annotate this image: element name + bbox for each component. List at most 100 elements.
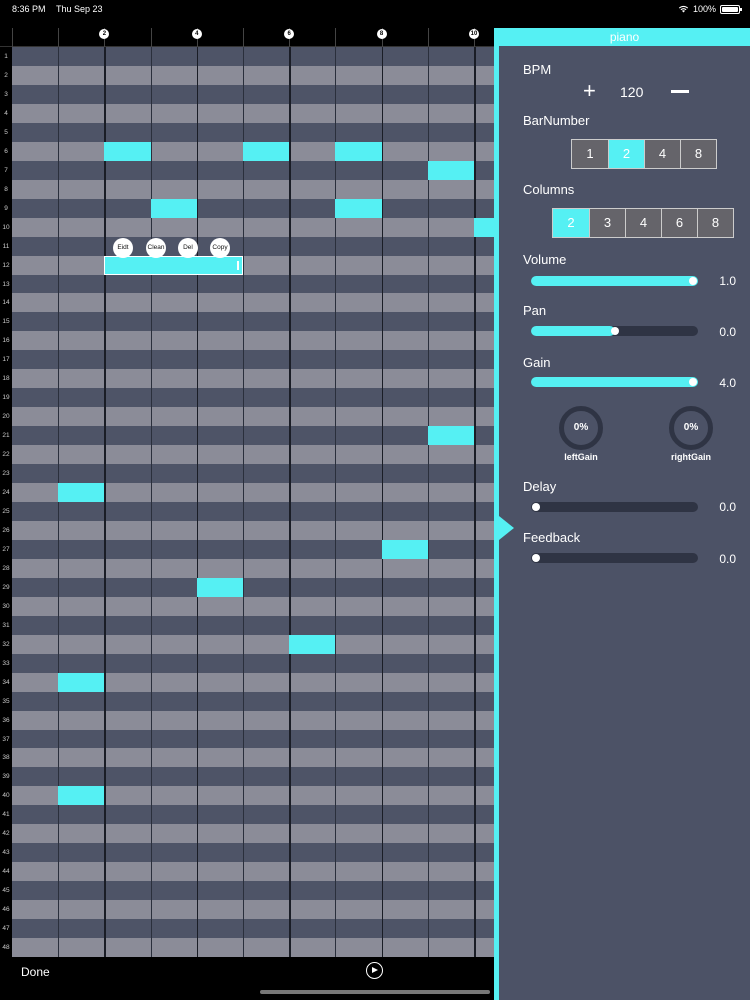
- note-block[interactable]: [58, 786, 105, 806]
- grid-row[interactable]: [12, 634, 494, 654]
- grid-row[interactable]: [12, 255, 494, 275]
- grid-row[interactable]: [12, 615, 494, 635]
- feedback-slider[interactable]: [531, 553, 698, 563]
- grid-row[interactable]: [12, 331, 494, 351]
- pan-slider[interactable]: [531, 326, 698, 336]
- grid-row[interactable]: [12, 103, 494, 123]
- grid-row[interactable]: [12, 748, 494, 768]
- grid-row[interactable]: [12, 767, 494, 787]
- note-block[interactable]: [335, 141, 382, 161]
- grid-row[interactable]: [12, 691, 494, 711]
- note-block[interactable]: [381, 539, 428, 559]
- delay-slider[interactable]: [531, 502, 698, 512]
- grid-row[interactable]: [12, 502, 494, 521]
- selected-note-block[interactable]: [104, 255, 243, 275]
- row-label: 17: [2, 356, 10, 364]
- note-resize-handle[interactable]: [236, 260, 239, 270]
- grid-row[interactable]: [12, 881, 494, 901]
- left-gain-knob[interactable]: 0%: [559, 406, 603, 450]
- grid-row[interactable]: [12, 464, 494, 484]
- panel-title[interactable]: piano: [499, 28, 750, 46]
- note-block[interactable]: [150, 198, 197, 218]
- grid-row[interactable]: [12, 710, 494, 730]
- grid-row[interactable]: [12, 520, 494, 540]
- grid-row[interactable]: [12, 350, 494, 370]
- note-block[interactable]: [427, 160, 474, 180]
- grid-row[interactable]: [12, 217, 494, 237]
- note-block[interactable]: [58, 672, 105, 692]
- edit-note-button[interactable]: Eidt: [113, 238, 133, 258]
- grid-row[interactable]: [12, 596, 494, 616]
- grid-row[interactable]: [12, 653, 494, 673]
- bpm-decrease-button[interactable]: [671, 90, 689, 93]
- note-block[interactable]: [427, 426, 474, 446]
- grid-row[interactable]: [12, 445, 494, 465]
- volume-slider[interactable]: [531, 276, 698, 286]
- grid-row[interactable]: [12, 122, 494, 142]
- clean-note-button[interactable]: Clean: [146, 238, 166, 258]
- bar-number-option-2[interactable]: 2: [608, 140, 644, 168]
- play-icon[interactable]: [366, 962, 383, 979]
- copy-note-button[interactable]: Copy: [210, 238, 230, 258]
- grid-row[interactable]: [12, 293, 494, 313]
- grid-row[interactable]: [12, 369, 494, 389]
- piano-roll-grid[interactable]: [12, 47, 494, 957]
- grid-row[interactable]: [12, 198, 494, 218]
- slider-thumb[interactable]: [532, 554, 540, 562]
- bar-number-option-4[interactable]: 4: [644, 140, 680, 168]
- right-gain-knob[interactable]: 0%: [669, 406, 713, 450]
- grid-row[interactable]: [12, 900, 494, 920]
- grid-row[interactable]: [12, 388, 494, 408]
- row-labels: 1 2 3 4 5 6 7 8 9 10 11 12 13 14 15 16 17 18 19 20 21 22 23 24 2…: [0, 47, 12, 957]
- note-block[interactable]: [243, 141, 290, 161]
- slider-thumb[interactable]: [610, 327, 619, 335]
- columns-option-4[interactable]: 4: [625, 209, 661, 237]
- note-block[interactable]: [196, 577, 243, 597]
- instrument-panel: [494, 28, 750, 1000]
- grid-row[interactable]: [12, 47, 494, 66]
- left-gain-value: 0%: [573, 422, 589, 433]
- grid-row[interactable]: [12, 577, 494, 597]
- ruler-marker: 8: [376, 29, 387, 39]
- note-block[interactable]: [104, 141, 151, 161]
- grid-row[interactable]: [12, 407, 494, 427]
- note-block[interactable]: [289, 634, 336, 654]
- grid-row[interactable]: [12, 824, 494, 844]
- row-label: 48: [2, 944, 10, 952]
- grid-row[interactable]: [12, 558, 494, 578]
- note-block[interactable]: [474, 217, 494, 237]
- note-block[interactable]: [335, 198, 382, 218]
- note-block[interactable]: [58, 483, 105, 503]
- grid-row[interactable]: [12, 312, 494, 332]
- grid-row[interactable]: [12, 236, 494, 256]
- done-button[interactable]: Done: [21, 965, 50, 979]
- gain-slider[interactable]: [531, 377, 698, 387]
- columns-option-8[interactable]: 8: [697, 209, 733, 237]
- delete-note-button[interactable]: Del: [178, 238, 198, 258]
- grid-row[interactable]: [12, 84, 494, 104]
- grid-row[interactable]: [12, 274, 494, 294]
- panel-collapse-arrow-icon[interactable]: [494, 512, 514, 544]
- slider-thumb[interactable]: [532, 503, 540, 511]
- bar-number-option-1[interactable]: 1: [572, 140, 608, 168]
- grid-row[interactable]: [12, 65, 494, 85]
- grid-row[interactable]: [12, 805, 494, 825]
- slider-thumb[interactable]: [689, 277, 697, 285]
- grid-row[interactable]: [12, 938, 494, 957]
- grid-row[interactable]: [12, 160, 494, 180]
- bpm-increase-button[interactable]: +: [583, 80, 596, 102]
- slider-thumb[interactable]: [689, 378, 697, 386]
- columns-option-3[interactable]: 3: [589, 209, 625, 237]
- bar-number-option-8[interactable]: 8: [680, 140, 716, 168]
- row-label: 19: [2, 394, 10, 402]
- delay-label: Delay: [523, 479, 557, 494]
- grid-row[interactable]: [12, 729, 494, 749]
- grid-row[interactable]: [12, 179, 494, 199]
- columns-option-6[interactable]: 6: [661, 209, 697, 237]
- grid-row[interactable]: [12, 843, 494, 863]
- columns-option-2[interactable]: 2: [553, 209, 589, 237]
- grid-row[interactable]: [12, 426, 494, 446]
- grid-column-line: [474, 47, 476, 957]
- grid-row[interactable]: [12, 862, 494, 882]
- grid-row[interactable]: [12, 919, 494, 939]
